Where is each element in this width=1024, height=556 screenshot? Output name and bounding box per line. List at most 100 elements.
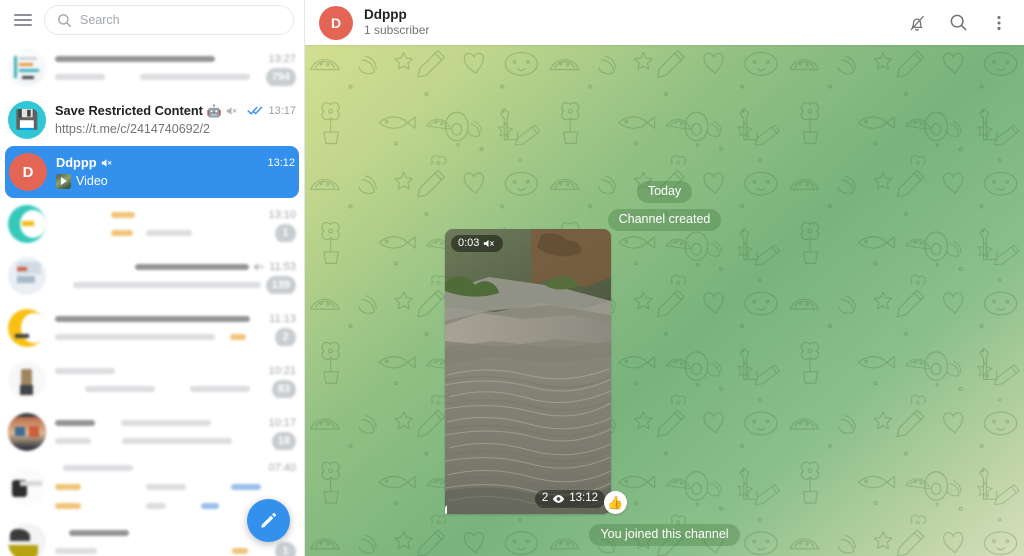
search-box[interactable] xyxy=(44,5,294,35)
avatar xyxy=(8,468,46,506)
chat-list-sidebar: 13:27 794 💾 Save Restricted Content 🤖 xyxy=(0,0,305,556)
redacted-subtitle xyxy=(122,438,232,444)
chat-list-item-body: 13:10 1 xyxy=(55,206,296,242)
service-pill: Channel created xyxy=(607,208,722,231)
search-input[interactable] xyxy=(80,13,281,27)
eye-icon xyxy=(553,495,565,503)
avatar xyxy=(8,49,46,87)
compose-new-message-button[interactable] xyxy=(247,499,290,542)
bubble-tail xyxy=(445,505,447,514)
date-separator: Today xyxy=(305,181,1024,203)
hamburger-icon[interactable] xyxy=(12,9,34,31)
avatar[interactable]: D xyxy=(319,5,353,40)
redacted-subtitle xyxy=(230,334,246,340)
chat-list[interactable]: 13:27 794 💾 Save Restricted Content 🤖 13… xyxy=(0,40,304,556)
telegram-window: 13:27 794 💾 Save Restricted Content 🤖 xyxy=(0,0,1024,556)
avatar xyxy=(8,257,46,295)
chat-list-item-ddppp[interactable]: D Ddppp 13:12 Video xyxy=(5,146,299,198)
video-thumbnail xyxy=(445,229,611,514)
view-count: 2 xyxy=(541,492,549,505)
thumbs-up-icon: 👍 xyxy=(607,494,624,510)
service-pill: You joined this channel xyxy=(589,524,740,546)
redacted-title xyxy=(69,529,129,536)
chat-list-item-subtitle: Video xyxy=(76,174,108,188)
chat-list-item[interactable]: 10:21 83 xyxy=(0,354,304,406)
chat-list-item-body: Ddppp 13:12 Video xyxy=(56,154,295,190)
chat-list-item[interactable]: 13:27 794 xyxy=(0,42,304,94)
redacted-subtitle xyxy=(73,282,261,288)
chat-list-item-body: 10:21 83 xyxy=(55,362,296,398)
conversation-pane: D Ddppp 1 subscriber Today Channel creat… xyxy=(305,0,1024,556)
service-message-you-joined: You joined this channel xyxy=(305,524,1024,546)
chat-list-item[interactable]: 10:17 18 xyxy=(0,406,304,458)
redacted-subtitle xyxy=(201,502,219,509)
redacted-subtitle xyxy=(190,386,250,392)
avatar xyxy=(8,309,46,347)
unread-badge: 1 xyxy=(275,223,296,242)
chat-list-item[interactable]: 13:10 1 xyxy=(0,198,304,250)
chat-list-item[interactable]: 11:53 139 xyxy=(0,250,304,302)
chat-list-item-time: 10:21 xyxy=(268,364,296,377)
unread-badge: 794 xyxy=(265,67,296,86)
chat-list-item-subtitle: https://t.me/c/2414740692/2 xyxy=(55,122,210,136)
redacted-subtitle xyxy=(232,548,248,554)
redacted-subtitle xyxy=(111,230,133,236)
date-pill: Today xyxy=(636,181,693,203)
redacted-title xyxy=(55,367,115,374)
video-thumbnail-icon xyxy=(56,173,71,189)
mute-bell-icon[interactable] xyxy=(906,12,928,34)
chat-list-item-title: Save Restricted Content xyxy=(55,103,203,118)
redacted-title xyxy=(63,465,133,471)
redacted-subtitle xyxy=(55,334,215,340)
chat-list-item-time: 13:17 xyxy=(268,104,296,117)
chat-list-item-save-restricted-content[interactable]: 💾 Save Restricted Content 🤖 13:17 https:… xyxy=(0,94,304,146)
message-time: 13:12 xyxy=(569,492,598,505)
redacted-subtitle xyxy=(146,502,166,509)
muted-icon xyxy=(254,262,264,271)
redacted-subtitle xyxy=(55,548,97,554)
redacted-subtitle xyxy=(55,438,91,444)
read-status: 13:17 xyxy=(247,105,296,117)
robot-emoji-icon: 🤖 xyxy=(206,103,222,118)
redacted-title xyxy=(55,55,215,62)
avatar-letter: D xyxy=(330,14,342,31)
redacted-subtitle xyxy=(55,483,81,490)
conversation-title-block[interactable]: Ddppp 1 subscriber xyxy=(364,7,429,39)
chat-list-item-time: 13:10 xyxy=(268,208,296,221)
chat-list-item-time: 11:53 xyxy=(269,260,296,273)
unread-badge: 2 xyxy=(275,327,296,346)
unread-badge: 83 xyxy=(271,379,296,398)
redacted-subtitle xyxy=(140,74,250,80)
page-title: Ddppp xyxy=(364,6,407,22)
video-bubble[interactable]: 0:03 2 13:12 xyxy=(445,229,611,514)
more-menu-icon[interactable] xyxy=(988,12,1010,34)
redacted-title xyxy=(55,419,95,426)
video-duration: 0:03 xyxy=(458,237,480,249)
search-icon[interactable] xyxy=(947,12,969,34)
unread-badge: 18 xyxy=(271,431,296,450)
sidebar-toolbar xyxy=(0,0,304,40)
avatar xyxy=(8,523,46,556)
muted-icon xyxy=(101,158,111,167)
redacted-subtitle xyxy=(231,483,261,490)
chat-list-item-body: 10:17 18 xyxy=(55,414,296,450)
chat-list-item[interactable]: 11:13 2 xyxy=(0,302,304,354)
reaction-badge[interactable]: 👍 xyxy=(604,491,627,514)
chat-wallpaper: Today Channel created 0:03 2 13:12 👍 You… xyxy=(305,45,1024,556)
avatar: 💾 xyxy=(8,101,46,139)
redacted-title xyxy=(135,263,250,270)
redacted-subtitle xyxy=(55,502,81,509)
chat-list-item-title: Ddppp xyxy=(56,155,97,170)
muted-icon xyxy=(226,106,237,115)
chat-list-item-body: 11:53 139 xyxy=(55,258,296,294)
chat-list-item-time: 10:17 xyxy=(268,416,296,429)
conversation-header: D Ddppp 1 subscriber xyxy=(305,0,1024,45)
chat-list-item-time: 13:12 xyxy=(267,156,295,169)
chat-list-item-time: 13:27 xyxy=(268,52,296,65)
message-video[interactable]: 0:03 2 13:12 👍 xyxy=(445,229,627,514)
unread-badge: 1 xyxy=(275,541,296,556)
redacted-subtitle xyxy=(55,74,105,80)
chat-list-item-time: 07:40 xyxy=(268,462,296,474)
pencil-icon xyxy=(261,513,276,528)
avatar: D xyxy=(9,153,47,191)
